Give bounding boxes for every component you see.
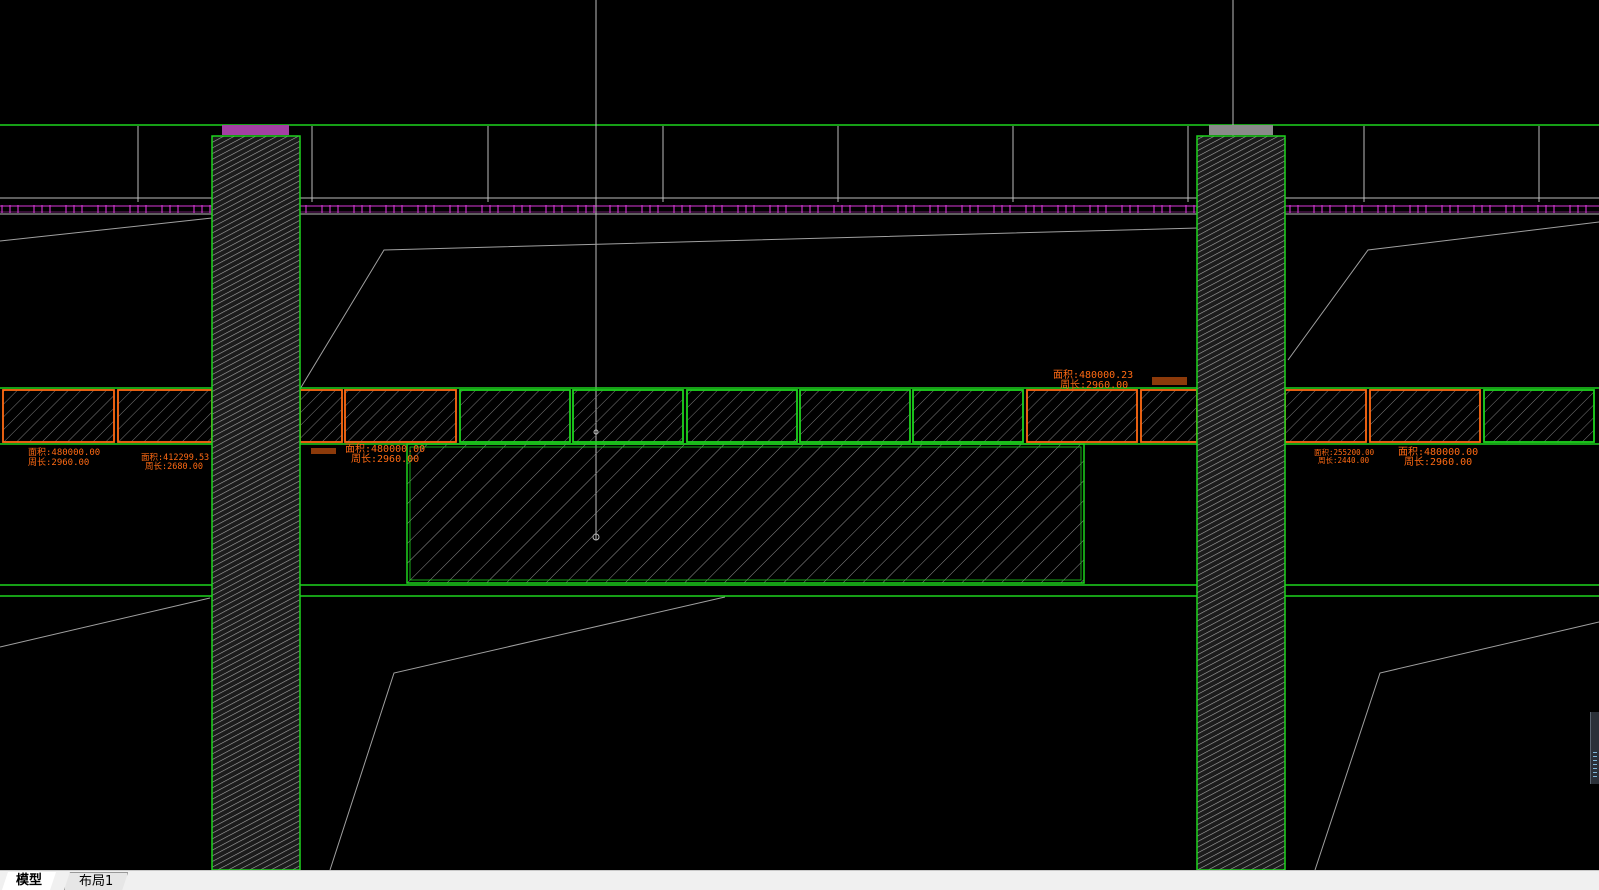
drawing-canvas[interactable]: 面积:480000.00 周长:2960.00 面积:412299.53 周长:… <box>0 0 1599 870</box>
tab-layout-1[interactable]: 布局1 <box>64 872 128 890</box>
panel-1[interactable] <box>2 389 115 443</box>
column-right[interactable] <box>1196 125 1286 870</box>
panel-13[interactable] <box>1369 389 1481 443</box>
annotation-a3-perim: 周长:2960.00 <box>351 453 419 465</box>
panel-7[interactable] <box>686 389 798 443</box>
annotation-a2-perim: 周长:2680.00 <box>145 461 203 472</box>
annotation-tiny-left <box>311 448 336 454</box>
panel-8[interactable] <box>799 389 911 443</box>
annotation-a6-perim: 周长:2960.00 <box>1404 456 1472 468</box>
panel-3[interactable] <box>299 389 343 443</box>
grip-icon <box>1593 752 1597 780</box>
column-left-cap <box>222 125 289 135</box>
scroll-handle[interactable] <box>1590 712 1599 784</box>
panel-2[interactable] <box>117 389 213 443</box>
panel-12[interactable] <box>1284 389 1367 443</box>
column-left[interactable] <box>211 125 301 870</box>
annotation-a5-perim: 周长:2440.00 <box>1318 455 1370 465</box>
tab-model[interactable]: 模型 <box>2 872 56 890</box>
annotation-a4-perim: 周长:2960.00 <box>1060 379 1128 391</box>
panel-9[interactable] <box>912 389 1024 443</box>
annotation-a1-perim: 周长:2960.00 <box>28 456 89 468</box>
layout-tab-bar: 模型 布局1 <box>0 870 1599 890</box>
panel-6[interactable] <box>572 389 684 443</box>
panel-11[interactable] <box>1140 389 1198 443</box>
large-infill-block[interactable] <box>406 443 1085 584</box>
annotation-tiny-right <box>1152 377 1187 385</box>
top-beam-ribs <box>137 126 1540 202</box>
panel-4[interactable] <box>344 389 457 443</box>
annotation-a1-area: 面积:480000.00 <box>28 446 100 458</box>
panel-14[interactable] <box>1483 389 1595 443</box>
panel-10[interactable] <box>1026 389 1138 443</box>
panel-5[interactable] <box>459 389 571 443</box>
column-right-cap <box>1209 125 1273 135</box>
